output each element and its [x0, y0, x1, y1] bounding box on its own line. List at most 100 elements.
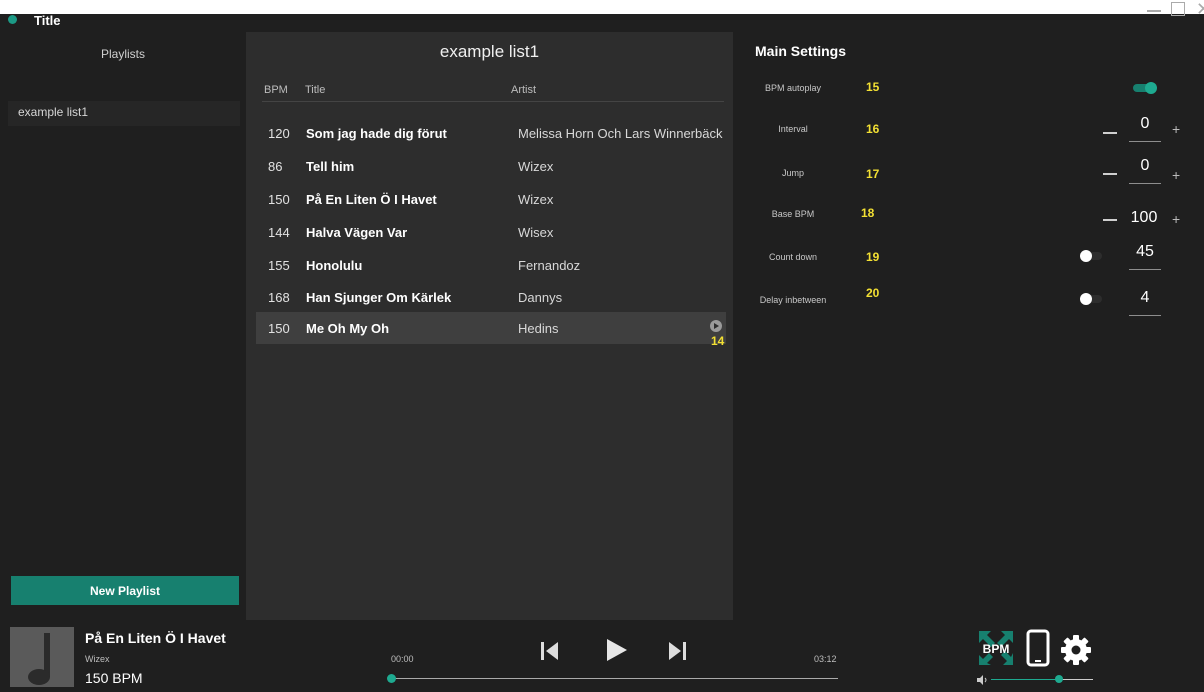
column-header-title[interactable]: Title [305, 84, 325, 96]
delay-inbetween-value[interactable]: 4 [1129, 289, 1161, 307]
now-playing-artist: Wizex [85, 654, 110, 664]
gear-icon [1061, 635, 1091, 665]
row-title: Honolulu [306, 258, 363, 273]
album-art [10, 627, 74, 687]
base-bpm-increment-button[interactable]: + [1172, 211, 1180, 227]
time-elapsed: 00:00 [391, 654, 414, 664]
playlists-header: Playlists [100, 47, 145, 61]
row-artist: Wizex [518, 192, 554, 207]
header-divider [262, 101, 724, 102]
now-playing-title: På En Liten Ö I Havet [85, 630, 226, 646]
interval-decrement-button[interactable] [1103, 132, 1117, 134]
setting-label-base-bpm: Base BPM [771, 209, 815, 219]
setting-label-interval: Interval [778, 124, 808, 134]
interval-increment-button[interactable]: + [1172, 121, 1180, 137]
row-bpm: 150 [268, 192, 290, 207]
count-down-toggle[interactable] [1080, 250, 1104, 262]
column-header-bpm[interactable]: BPM [264, 84, 288, 96]
toggle-knob [1080, 293, 1092, 305]
setting-label-count-down: Count down [768, 252, 818, 262]
setting-label-jump: Jump [781, 168, 804, 178]
next-button[interactable] [665, 639, 689, 663]
row-title: Han Sjunger Om Kärlek [306, 290, 452, 305]
play-icon [607, 639, 627, 661]
row-artist: Dannys [518, 290, 563, 305]
setting-label-bpm-autoplay: BPM autoplay [764, 83, 822, 93]
count-down-value[interactable]: 45 [1129, 243, 1161, 261]
table-row[interactable]: 150 På En Liten Ö I Havet Wizex [256, 183, 726, 215]
maximize-icon[interactable] [1171, 2, 1185, 16]
delay-inbetween-underline [1129, 315, 1161, 316]
now-playing-bpm: 150 BPM [85, 670, 143, 686]
setting-label-delay-inbetween: Delay inbetween [759, 295, 827, 305]
bpm-logo-text: BPM [983, 642, 1010, 656]
table-row-selected[interactable]: 150 Me Oh My Oh Hedins [256, 312, 726, 344]
previous-icon [541, 642, 558, 660]
row-artist: Wisex [518, 225, 554, 240]
annotation-marker: 19 [866, 250, 880, 264]
column-header-artist[interactable]: Artist [511, 84, 536, 96]
table-row[interactable]: 168 Han Sjunger Om Kärlek Dannys [256, 281, 726, 313]
interval-value[interactable]: 0 [1129, 115, 1161, 133]
table-row[interactable]: 86 Tell him Wizex [256, 150, 726, 182]
volume-fill [991, 679, 1059, 680]
time-total: 03:12 [814, 654, 837, 664]
bpm-autoplay-toggle[interactable] [1133, 82, 1157, 94]
base-bpm-decrement-button[interactable] [1103, 219, 1117, 221]
annotation-marker: 20 [866, 286, 880, 300]
interval-underline [1129, 141, 1161, 142]
playlist-title: example list1 [439, 42, 540, 61]
row-title: Tell him [306, 159, 355, 174]
progress-track[interactable] [391, 678, 838, 679]
sidebar-item-playlist[interactable]: example list1 [8, 101, 240, 126]
row-artist: Melissa Horn Och Lars Winnerbäck [518, 126, 723, 141]
volume-handle[interactable] [1055, 675, 1063, 683]
row-play-icon[interactable] [710, 320, 722, 332]
phone-button[interactable] [1025, 629, 1051, 669]
bpm-button[interactable]: BPM [977, 629, 1015, 667]
settings-title: Main Settings [755, 43, 847, 59]
table-row[interactable]: 120 Som jag hade dig förut Melissa Horn … [256, 117, 726, 149]
annotation-marker: 16 [866, 122, 880, 136]
minimize-icon[interactable] [1147, 10, 1161, 12]
jump-decrement-button[interactable] [1103, 173, 1117, 175]
top-strip [0, 0, 1204, 15]
jump-underline [1129, 183, 1161, 184]
table-row[interactable]: 155 Honolulu Fernandoz [256, 249, 726, 281]
row-bpm: 155 [268, 258, 290, 273]
row-bpm: 150 [268, 321, 290, 336]
toggle-knob [1145, 82, 1157, 94]
annotation-marker: 14 [711, 334, 725, 348]
row-artist: Hedins [518, 321, 559, 336]
progress-handle[interactable] [387, 674, 396, 683]
play-button[interactable] [604, 637, 630, 663]
toggle-knob [1080, 250, 1092, 262]
title-bar [0, 14, 1204, 32]
table-row[interactable]: 144 Halva Vägen Var Wisex [256, 216, 726, 248]
row-bpm: 168 [268, 290, 290, 305]
close-icon[interactable]: ✕ [1196, 0, 1204, 20]
jump-increment-button[interactable]: + [1172, 167, 1180, 183]
row-title: Me Oh My Oh [306, 321, 390, 336]
row-artist: Fernandoz [518, 258, 581, 273]
settings-button[interactable] [1059, 633, 1093, 667]
jump-value[interactable]: 0 [1129, 157, 1161, 175]
phone-icon [1026, 629, 1050, 667]
delay-inbetween-toggle[interactable] [1080, 293, 1104, 305]
row-bpm: 144 [268, 225, 290, 240]
new-playlist-button[interactable]: New Playlist [11, 576, 239, 605]
music-note-icon [28, 633, 50, 685]
row-bpm: 86 [268, 159, 283, 174]
base-bpm-value[interactable]: 100 [1128, 209, 1160, 227]
window-title: Title [34, 13, 61, 28]
app-icon [8, 15, 17, 24]
annotation-marker: 17 [866, 167, 880, 181]
volume-icon[interactable] [976, 673, 988, 685]
previous-button[interactable] [538, 639, 562, 663]
row-title: Halva Vägen Var [306, 225, 408, 240]
row-bpm: 120 [268, 126, 290, 141]
annotation-marker: 18 [861, 206, 875, 220]
next-icon [669, 642, 686, 660]
row-title: Som jag hade dig förut [306, 126, 447, 141]
row-title: På En Liten Ö I Havet [306, 192, 437, 207]
